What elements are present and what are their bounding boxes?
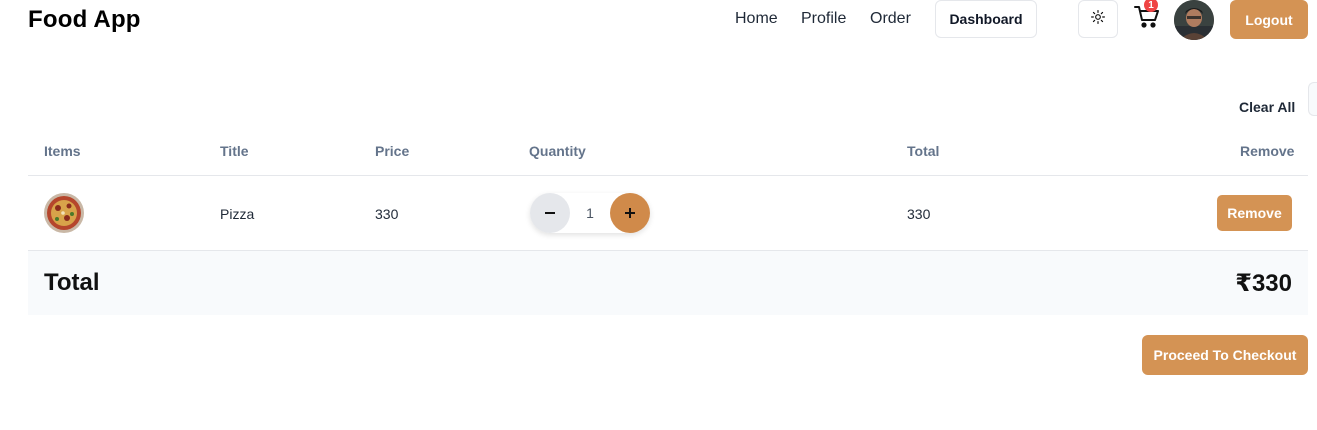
item-total: 330	[907, 206, 931, 222]
sun-icon	[1091, 9, 1105, 29]
quantity-value: 1	[586, 205, 594, 221]
cart-total-label: Total	[44, 269, 100, 296]
increase-quantity-button[interactable]	[610, 193, 650, 233]
decrease-quantity-button[interactable]	[530, 193, 570, 233]
cart-button[interactable]: 1	[1132, 0, 1162, 34]
clear-all-button[interactable]: Clear All	[1239, 99, 1295, 115]
table-header-divider	[28, 175, 1308, 176]
cart-total-value: ₹330	[1235, 270, 1292, 297]
brand-logo-text[interactable]: Food App	[28, 6, 141, 34]
cart-total-row: Total ₹330	[28, 251, 1308, 315]
column-header-quantity: Quantity	[529, 143, 586, 159]
item-price: 330	[375, 206, 399, 222]
proceed-to-checkout-button[interactable]: Proceed To Checkout	[1142, 335, 1308, 375]
minus-icon	[544, 202, 556, 225]
column-header-total: Total	[907, 143, 940, 159]
page: Food App Home Profile Order Dashboard 1	[0, 0, 1317, 430]
column-header-remove: Remove	[1240, 143, 1295, 159]
theme-toggle-button[interactable]	[1078, 0, 1118, 38]
item-title: Pizza	[220, 206, 255, 222]
item-thumbnail	[44, 193, 84, 233]
nav-link-profile[interactable]: Profile	[801, 10, 846, 28]
nav-link-home[interactable]: Home	[735, 10, 778, 28]
dashboard-button[interactable]: Dashboard	[935, 0, 1037, 38]
quantity-stepper: 1	[530, 193, 650, 233]
nav-link-order[interactable]: Order	[870, 10, 911, 28]
column-header-title: Title	[220, 143, 249, 159]
logout-button[interactable]: Logout	[1230, 0, 1308, 39]
user-avatar[interactable]	[1174, 0, 1214, 40]
side-panel-tab[interactable]	[1308, 82, 1317, 116]
column-header-items: Items	[44, 143, 81, 159]
column-header-price: Price	[375, 143, 410, 159]
remove-item-button[interactable]: Remove	[1217, 195, 1292, 231]
plus-icon	[624, 202, 636, 225]
